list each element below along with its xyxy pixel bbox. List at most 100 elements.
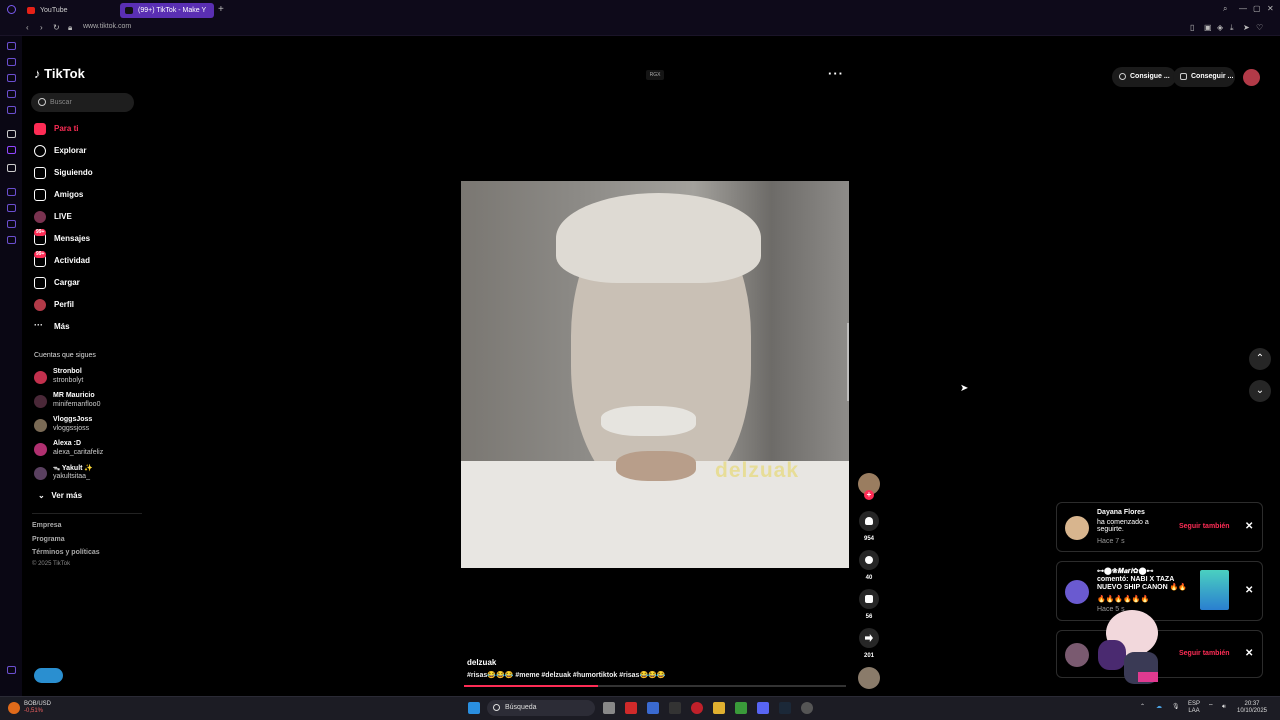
get-app-button[interactable]: Conseguir ... [1173,67,1235,87]
sound-avatar[interactable] [858,667,880,689]
notification-card[interactable]: Dayana Flores ha comenzado a seguirte. H… [1056,502,1263,552]
opera-icon[interactable] [691,702,703,714]
taskbar-search[interactable]: Búsqueda [487,700,595,716]
clock[interactable]: 20:37 10/10/2025 [1236,701,1268,715]
language-indicator[interactable]: ESP LAA [1188,701,1200,715]
account-item[interactable]: MR Mauricio minifemanfloo0 [34,392,144,414]
task-view-icon[interactable] [603,702,615,714]
nav-amigos[interactable]: Amigos [34,188,83,204]
clock-icon[interactable] [7,188,16,196]
shield-icon[interactable]: ◈ [1217,23,1223,32]
weather-icon[interactable] [8,702,20,714]
lang-primary: ESP [1188,701,1201,707]
search-input[interactable]: Buscar [31,93,134,112]
next-video-button[interactable]: ⌄ [1249,380,1271,402]
video-scrollbar[interactable] [847,323,849,401]
chrome-icon[interactable] [801,702,813,714]
tab-youtube[interactable]: YouTube [22,3,117,18]
footer-link[interactable]: Términos y políticas [32,549,100,556]
account-item[interactable]: ᯓ Yakult ✨ yakultsitaa_ [34,464,144,486]
app-icon[interactable] [625,702,637,714]
account-handle: minifemanfloo0 [53,401,101,408]
file-explorer-icon[interactable] [713,702,725,714]
steam-icon[interactable] [779,702,791,714]
url-field[interactable]: www.tiktok.com [83,23,131,30]
player-icon[interactable] [7,106,16,114]
follow-back-button[interactable]: Seguir también [1179,523,1230,530]
volume-icon[interactable]: 🔊︎ [1222,704,1226,711]
more-options-icon[interactable]: ··· [828,66,844,81]
aria-icon[interactable] [7,74,16,82]
discord-icon[interactable] [757,702,769,714]
new-tab-icon[interactable]: + [218,4,224,15]
comment-video-thumbnail[interactable] [1200,570,1229,610]
tab-tiktok[interactable]: (99+) TikTok - Make Y [120,3,214,18]
forward-icon[interactable]: › [40,23,43,32]
download-icon[interactable]: ⤓ [1230,23,1234,33]
nav-actividad[interactable]: 99+ Actividad [34,251,90,270]
lightbulb-icon[interactable] [7,220,16,228]
account-item[interactable]: Alexa :D alexa_caritafeliz [34,440,144,462]
close-window-icon[interactable]: ✕ [1267,4,1274,13]
nav-mas[interactable]: ··· Más [34,320,70,336]
account-item[interactable]: VloggsJoss vloggssjoss [34,416,144,438]
history-icon[interactable] [7,58,16,66]
nav-live[interactable]: LIVE [34,210,72,226]
save-button[interactable]: 56 [858,589,880,620]
back-icon[interactable]: ‹ [26,23,29,32]
search-tabs-icon[interactable]: ⌕ [1223,4,1227,14]
nav-mensajes[interactable]: 99+ Mensajes [34,229,90,248]
video-progress-bar[interactable] [464,685,846,687]
capcut-icon[interactable] [669,702,681,714]
x-icon[interactable] [7,164,16,172]
like-button[interactable]: 954 [858,511,880,542]
opera-logo-icon[interactable] [7,5,16,14]
wifi-icon[interactable]: ⌔ [1208,704,1214,711]
windows-start-icon[interactable] [468,702,480,714]
account-item[interactable]: Stronbol stronbolyt [34,368,144,390]
onedrive-icon[interactable]: ☁ [1156,704,1162,711]
maximize-icon[interactable]: ▢ [1253,4,1261,13]
nav-perfil[interactable]: Perfil [34,298,74,314]
nav-cargar[interactable]: Cargar [34,276,80,292]
pinboard-icon[interactable] [7,204,16,212]
video-author[interactable]: delzuak [467,658,496,667]
mic-icon[interactable]: 🎙︎ [1172,704,1180,711]
nav-explorar[interactable]: Explorar [34,144,86,160]
send-icon[interactable]: ➤ [1243,23,1250,32]
twitch-icon[interactable] [7,90,16,98]
comment-button[interactable]: 40 [858,550,880,581]
video-player[interactable] [461,181,849,568]
rgx-badge[interactable]: RGX [646,70,664,80]
nav-para-ti[interactable]: Para ti [34,122,78,138]
tiktok-sidebar-icon[interactable] [7,130,16,138]
see-more-button[interactable]: ⌄ Ver más [38,491,82,500]
close-icon[interactable]: ✕ [1245,585,1253,596]
follow-plus-button[interactable]: + [864,490,874,500]
workspace-icon[interactable] [7,42,16,50]
snapshot-icon[interactable]: ▣ [1204,23,1212,32]
minecraft-icon[interactable] [735,702,747,714]
footer-link[interactable]: Empresa [32,522,62,529]
vscode-icon[interactable] [647,702,659,714]
previous-video-button[interactable]: ⌃ [1249,348,1271,370]
nav-siguiendo[interactable]: Siguiendo [34,166,93,182]
stock-widget[interactable]: BOB/USD -0,51% [24,701,51,715]
toggle-switch[interactable] [34,668,63,683]
close-icon[interactable]: ✕ [1245,648,1253,659]
user-avatar[interactable] [1243,69,1260,86]
reload-icon[interactable]: ↻ [53,23,60,32]
minimize-icon[interactable]: — [1239,4,1247,13]
footer-link[interactable]: Programa [32,536,65,543]
close-icon[interactable]: ✕ [1245,521,1253,532]
tray-expand-icon[interactable]: ⌃ [1140,704,1145,711]
settings-icon[interactable] [7,236,16,244]
share-button[interactable]: 201 [858,628,880,659]
heart-icon[interactable]: ♡ [1256,23,1263,32]
twitch-sidebar-icon[interactable] [7,146,16,154]
follow-back-button[interactable]: Seguir también [1179,650,1230,657]
bookmark-icon[interactable]: ▯ [1190,23,1194,32]
get-coins-button[interactable]: Consigue ... [1112,67,1176,87]
more-sidebar-icon[interactable] [7,666,16,674]
tiktok-logo[interactable]: ♪ TikTok [34,66,85,81]
